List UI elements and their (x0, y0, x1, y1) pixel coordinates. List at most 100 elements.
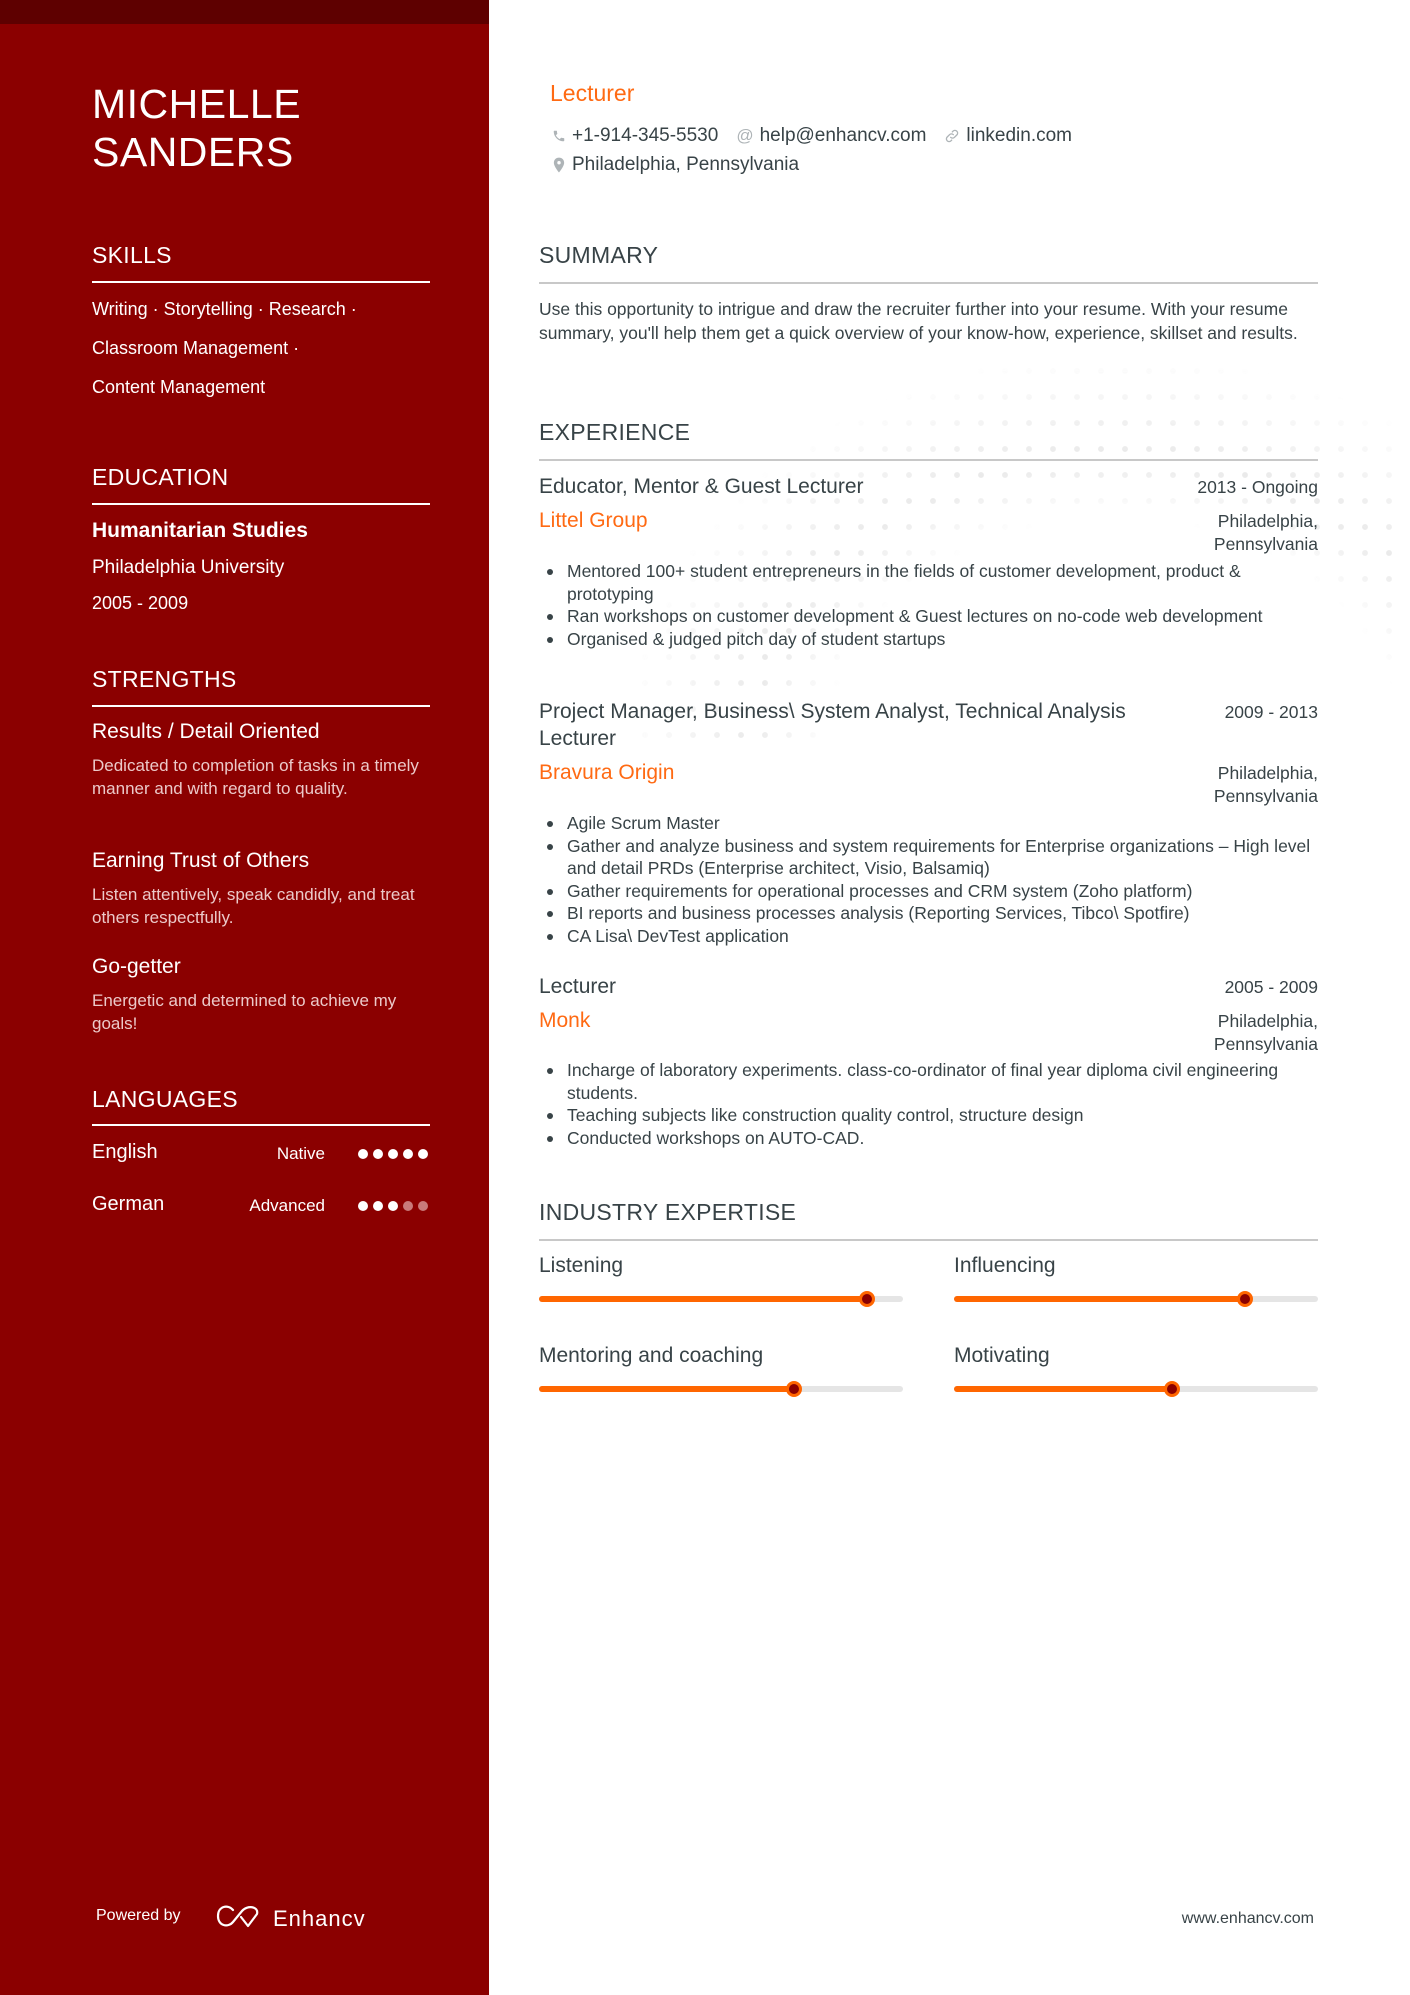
language-row: German Advanced (92, 1193, 430, 1219)
skills-divider (92, 281, 430, 283)
strength-title: Go-getter (92, 955, 181, 978)
sidebar: MICHELLE SANDERS SKILLS Writing · Storyt… (0, 0, 489, 1995)
job-location: Philadelphia, Pennsylvania (1213, 1011, 1318, 1054)
slider-fill (954, 1386, 1173, 1392)
job-bullet: Gather and analyze business and system r… (547, 835, 1322, 880)
job-bullet: Agile Scrum Master (547, 812, 1322, 835)
languages-divider (92, 1124, 430, 1126)
job-dates: 2009 - 2013 (1224, 702, 1318, 722)
language-name: English (92, 1141, 158, 1163)
rating-dot-filled (358, 1149, 368, 1159)
slider-thumb (858, 1291, 875, 1307)
experience-divider (539, 459, 1318, 461)
job-bullets: Agile Scrum Master Gather and analyze bus… (547, 812, 1322, 947)
expertise-label: Motivating (954, 1344, 1050, 1367)
job-company: Bravura Origin (539, 761, 675, 784)
rating-dot-filled (358, 1201, 368, 1211)
website-link[interactable]: www.enhancv.com (1182, 1910, 1314, 1928)
slider-fill (539, 1386, 794, 1392)
expertise-slider (539, 1381, 903, 1397)
skills-heading: SKILLS (92, 242, 172, 268)
expertise-slider (539, 1291, 903, 1307)
slider-thumb (785, 1381, 802, 1397)
language-row: English Native (92, 1141, 430, 1167)
job-position: Project Manager, Business\ System Analys… (539, 700, 1126, 750)
job-position: Lecturer (539, 975, 617, 998)
contact-line-1: +1-914-345-5530 @ help@enhancv.com linke… (552, 125, 1072, 147)
education-divider (92, 503, 430, 505)
job-company: Monk (539, 1009, 591, 1032)
location: Philadelphia, Pennsylvania (572, 154, 800, 175)
rating-dot-filled (388, 1149, 398, 1159)
job-bullet: BI reports and business processes analys… (547, 902, 1322, 925)
name-first: MICHELLE (92, 81, 302, 127)
job-dates: 2013 - Ongoing (1197, 477, 1318, 497)
expertise-slider (954, 1381, 1318, 1397)
education-school: Philadelphia University (92, 557, 285, 578)
job-title-header: Lecturer (550, 80, 635, 106)
slider-fill (954, 1296, 1246, 1302)
job-bullet: Ran workshops on customer development & … (547, 605, 1322, 628)
rating-dot-filled (418, 1149, 428, 1159)
job-bullet: Conducted workshops on AUTO-CAD. (547, 1127, 1322, 1150)
expertise-divider (539, 1239, 1318, 1241)
email-address[interactable]: help@enhancv.com (760, 125, 927, 147)
strength-description: Energetic and determined to achieve my g… (92, 991, 397, 1033)
job-dates: 2005 - 2009 (1224, 977, 1318, 997)
job-bullet: CA Lisa\ DevTest application (547, 925, 1322, 948)
education-degree: Humanitarian Studies (92, 519, 308, 542)
expertise-heading: INDUSTRY EXPERTISE (539, 1199, 797, 1225)
map-pin-icon (552, 157, 566, 173)
link-icon (944, 128, 960, 144)
job-location: Philadelphia, Pennsylvania (1213, 511, 1318, 554)
at-icon: @ (736, 126, 754, 145)
summary-divider (539, 282, 1318, 284)
job-bullet: Incharge of laboratory experiments. clas… (547, 1059, 1322, 1104)
phone-icon (552, 129, 566, 143)
skills-line: Writing · Storytelling · Research · (92, 299, 357, 319)
rating-dot-empty (403, 1201, 413, 1211)
strength-title: Results / Detail Oriented (92, 720, 320, 743)
education-dates: 2005 - 2009 (92, 593, 189, 613)
job-bullet: Gather requirements for operational proc… (547, 880, 1322, 903)
decorative-dot-pattern (489, 150, 1410, 750)
strengths-divider (92, 705, 430, 707)
summary-heading: SUMMARY (539, 242, 659, 268)
job-company: Littel Group (539, 509, 648, 532)
summary-text: Use this opportunity to intrigue and dra… (539, 299, 1298, 343)
language-rating (358, 1201, 428, 1211)
linkedin-link[interactable]: linkedin.com (966, 125, 1072, 147)
job-bullets: Mentored 100+ student entrepreneurs in t… (547, 560, 1322, 650)
rating-dot-filled (388, 1201, 398, 1211)
powered-by-label: Powered by (96, 1907, 181, 1924)
languages-heading: LANGUAGES (92, 1086, 238, 1112)
expertise-label: Listening (539, 1254, 624, 1277)
job-bullet: Organised & judged pitch day of student … (547, 628, 1322, 651)
rating-dot-filled (373, 1201, 383, 1211)
sidebar-top-strip (0, 0, 489, 24)
candidate-name: MICHELLE SANDERS (92, 80, 301, 176)
skills-line: Classroom Management · (92, 338, 300, 358)
education-heading: EDUCATION (92, 464, 229, 490)
job-location: Philadelphia, Pennsylvania (1213, 763, 1318, 806)
strength-description: Listen attentively, speak candidly, and … (92, 885, 415, 927)
skills-line: Content Management (92, 377, 266, 397)
slider-fill (539, 1296, 867, 1302)
language-name: German (92, 1193, 165, 1215)
phone-number[interactable]: +1-914-345-5530 (572, 125, 718, 147)
job-position: Educator, Mentor & Guest Lecturer (539, 475, 864, 498)
rating-dot-empty (418, 1201, 428, 1211)
job-bullet: Mentored 100+ student entrepreneurs in t… (547, 560, 1322, 605)
language-rating (358, 1149, 428, 1159)
expertise-slider (954, 1291, 1318, 1307)
strength-title: Earning Trust of Others (92, 849, 310, 872)
name-last: SANDERS (92, 129, 294, 175)
slider-thumb (1164, 1381, 1181, 1397)
strength-description: Dedicated to completion of tasks in a ti… (92, 756, 419, 798)
job-bullet: Teaching subjects like construction qual… (547, 1104, 1322, 1127)
enhancv-logo[interactable]: Enhancv (215, 1903, 366, 1934)
rating-dot-filled (403, 1149, 413, 1159)
enhancv-logo-icon (215, 1903, 263, 1934)
expertise-label: Influencing (954, 1254, 1056, 1277)
experience-heading: EXPERIENCE (539, 419, 691, 445)
